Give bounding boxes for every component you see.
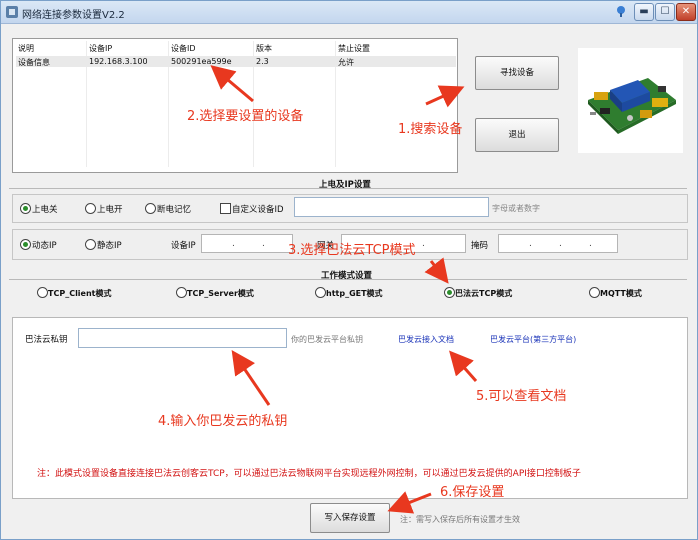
bafa-key-hint: 你的巴发云平台私钥	[291, 335, 363, 344]
ip-dot: .	[559, 239, 562, 249]
custom-id-label[interactable]: 自定义设备ID	[232, 203, 284, 215]
maximize-button[interactable]: ☐	[655, 3, 675, 21]
mask-field[interactable]: . . .	[498, 234, 618, 253]
row-version[interactable]: 2.3	[256, 57, 269, 66]
power-off-radio[interactable]	[20, 203, 31, 214]
annotation-select-mode: 3.选择巴法云TCP模式	[288, 243, 416, 258]
close-button[interactable]: ✕	[676, 3, 696, 21]
row-forbid[interactable]: 允许	[338, 57, 354, 68]
dynamic-ip-radio[interactable]	[20, 239, 31, 250]
search-device-button[interactable]: 寻找设备	[475, 56, 559, 90]
row-ip[interactable]: 192.168.3.100	[89, 57, 148, 66]
annotation-save: 6.保存设置	[440, 485, 505, 500]
annotation-select-device: 2.选择要设置的设备	[187, 109, 304, 124]
mask-label: 掩码	[471, 241, 489, 251]
title-bar[interactable]: 网络连接参数设置V2.2 ▬ ☐ ✕	[1, 1, 697, 24]
exit-button[interactable]: 退出	[475, 118, 559, 152]
tcp-server-label[interactable]: TCP_Server模式	[187, 288, 254, 299]
bafa-platform-link[interactable]: 巴发云平台(第三方平台)	[490, 334, 576, 345]
column-header-ip[interactable]: 设备IP	[89, 43, 112, 54]
annotation-search-device: 1.搜索设备	[398, 122, 463, 137]
dynamic-ip-label[interactable]: 动态IP	[32, 239, 57, 251]
column-header-id[interactable]: 设备ID	[171, 43, 196, 54]
bafa-key-label: 巴法云私钥	[25, 335, 68, 345]
power-off-label[interactable]: 上电关	[32, 203, 58, 215]
power-on-label[interactable]: 上电开	[97, 203, 123, 215]
relay-board-image	[578, 48, 683, 153]
custom-id-hint: 字母或者数字	[492, 204, 540, 213]
power-memory-label[interactable]: 断电记忆	[157, 203, 191, 215]
column-header-desc[interactable]: 说明	[18, 43, 34, 54]
custom-id-checkbox[interactable]	[220, 203, 231, 214]
column-header-version[interactable]: 版本	[256, 43, 272, 54]
bafa-tcp-label[interactable]: 巴法云TCP模式	[455, 288, 512, 299]
save-hint: 注：需写入保存后所有设置才生效	[400, 515, 520, 524]
device-ip-label: 设备IP	[171, 241, 196, 251]
static-ip-label[interactable]: 静态IP	[97, 239, 122, 251]
ip-dot: .	[262, 239, 265, 249]
mqtt-radio[interactable]	[589, 287, 600, 298]
annotation-enter-key: 4.输入你巴发云的私钥	[158, 414, 288, 429]
http-get-radio[interactable]	[315, 287, 326, 298]
annotation-view-docs: 5.可以查看文档	[476, 389, 567, 404]
app-window: 网络连接参数设置V2.2 ▬ ☐ ✕ 说明 设备IP 设备ID 版本 禁止设置 …	[0, 0, 698, 540]
bafa-doc-link[interactable]: 巴发云接入文档	[398, 334, 454, 345]
column-header-forbid[interactable]: 禁止设置	[338, 43, 370, 54]
power-on-radio[interactable]	[85, 203, 96, 214]
arrow-to-bafa-mode	[424, 257, 449, 284]
ip-dot: .	[232, 239, 235, 249]
power-memory-radio[interactable]	[145, 203, 156, 214]
app-icon	[6, 6, 18, 18]
bafa-key-input[interactable]	[78, 328, 287, 348]
ip-dot: .	[529, 239, 532, 249]
section-divider	[9, 188, 687, 189]
section-divider	[9, 279, 687, 280]
ip-dot: .	[589, 239, 592, 249]
tcp-client-radio[interactable]	[37, 287, 48, 298]
write-save-button[interactable]: 写入保存设置	[310, 503, 390, 533]
bafa-tcp-radio[interactable]	[444, 287, 455, 298]
table-row[interactable]	[16, 56, 456, 67]
static-ip-radio[interactable]	[85, 239, 96, 250]
window-title: 网络连接参数设置V2.2	[22, 10, 125, 21]
device-ip-field[interactable]: . .	[201, 234, 293, 253]
row-desc[interactable]: 设备信息	[18, 57, 50, 68]
minimize-button[interactable]: ▬	[634, 3, 654, 21]
mqtt-label[interactable]: MQTT模式	[600, 288, 642, 299]
ip-dot: .	[422, 239, 425, 249]
custom-id-field[interactable]	[294, 197, 489, 217]
row-id[interactable]: 500291ea599e	[171, 57, 232, 66]
bafa-mode-note: 注：此模式设置设备直接连接巴法云创客云TCP，可以通过巴法云物联网平台实现远程外…	[37, 469, 581, 479]
http-get-label[interactable]: http_GET模式	[326, 288, 383, 299]
tcp-client-label[interactable]: TCP_Client模式	[48, 288, 112, 299]
tcp-server-radio[interactable]	[176, 287, 187, 298]
pin-icon[interactable]	[615, 5, 627, 17]
